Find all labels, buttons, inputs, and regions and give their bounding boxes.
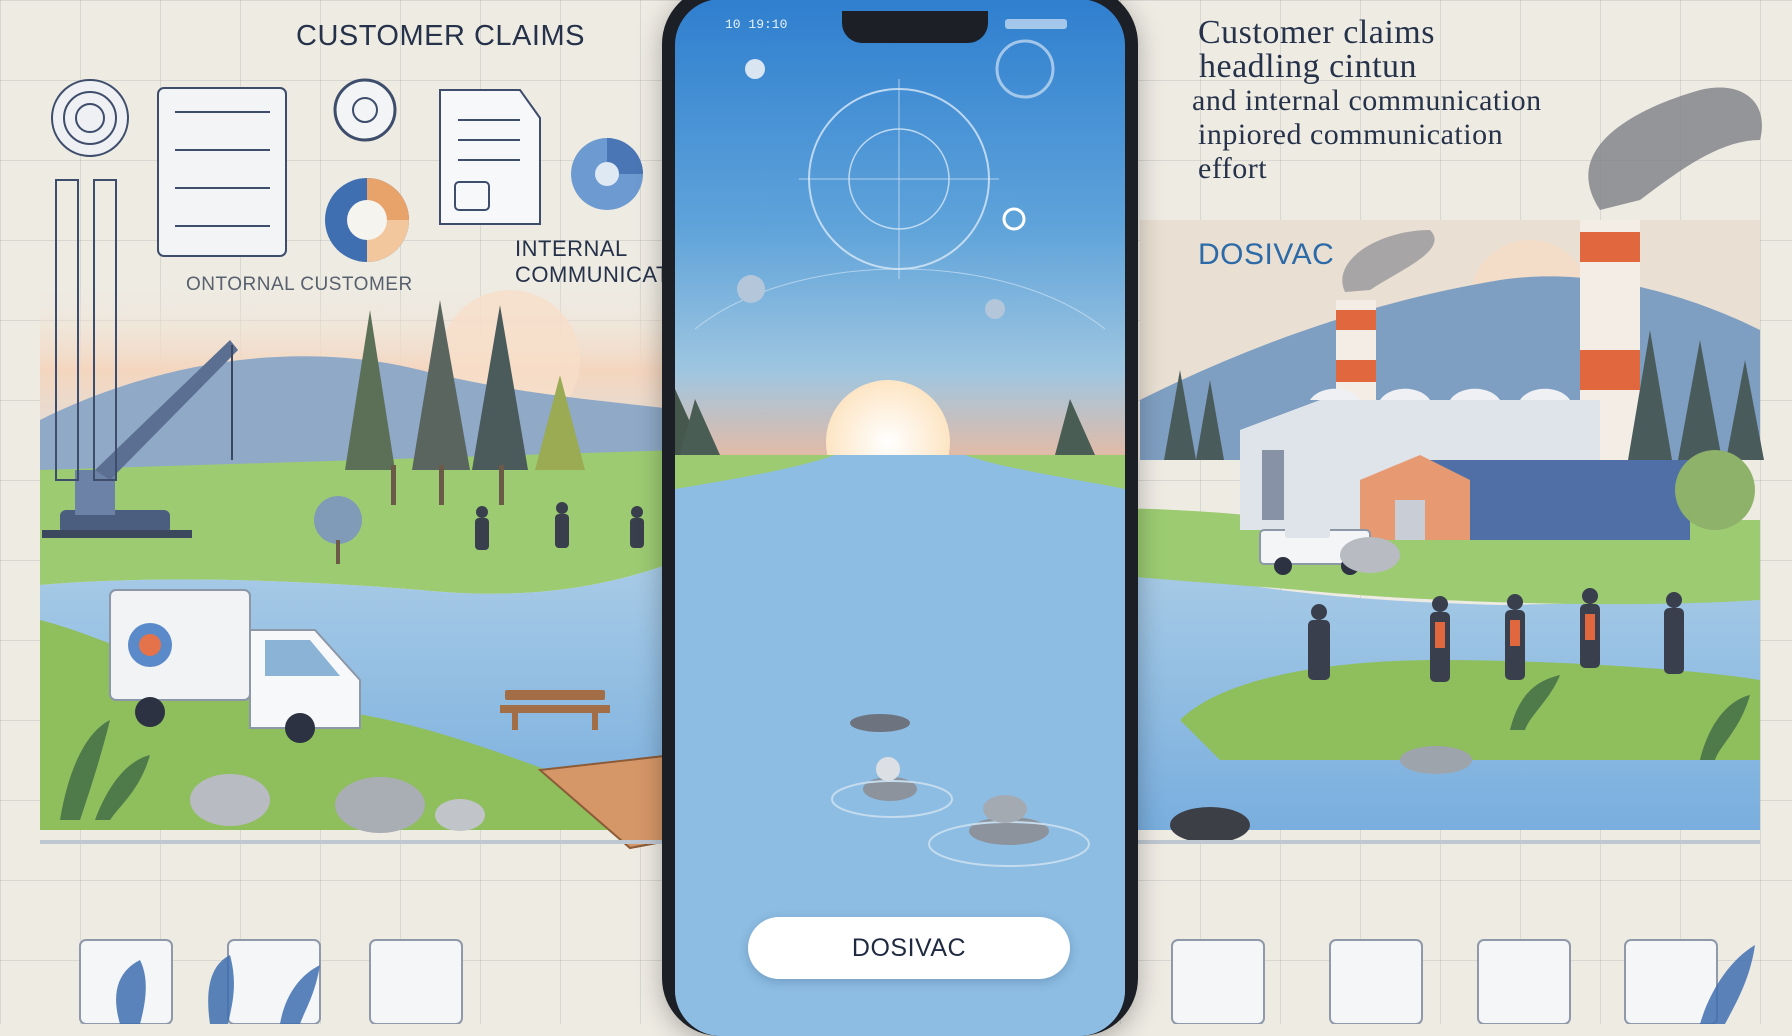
internal-caption: INTERNAL COMMUNICAT	[515, 236, 670, 287]
target-icon	[571, 138, 643, 210]
brand-label: DOSIVAC	[1198, 238, 1335, 271]
title-line-2: headling cintun	[1199, 48, 1418, 85]
title-line-4: inpiored communication	[1198, 118, 1504, 151]
right-panel-title: Customer claims headling cintun and inte…	[1192, 14, 1542, 186]
title-line-3: and internal communication	[1192, 84, 1542, 117]
title-line-5: effort	[1198, 152, 1268, 185]
status-indicators	[1005, 19, 1067, 29]
phone-screen: 10 19:10 DOSIVAC	[675, 0, 1125, 1036]
customer-caption: ONTORNAL CUSTOMER	[186, 274, 413, 295]
title-line-1: Customer claims	[1198, 14, 1435, 51]
phone-notch	[842, 11, 988, 43]
dosivac-button[interactable]: DOSIVAC	[748, 917, 1070, 979]
smartphone: 10 19:10 DOSIVAC	[662, 0, 1138, 1036]
status-time: 10 19:10	[725, 17, 788, 32]
pie-chart-icon	[325, 178, 409, 262]
phone-scene	[675, 39, 1125, 1036]
left-panel-title: CUSTOMER CLAIMS	[296, 20, 585, 52]
